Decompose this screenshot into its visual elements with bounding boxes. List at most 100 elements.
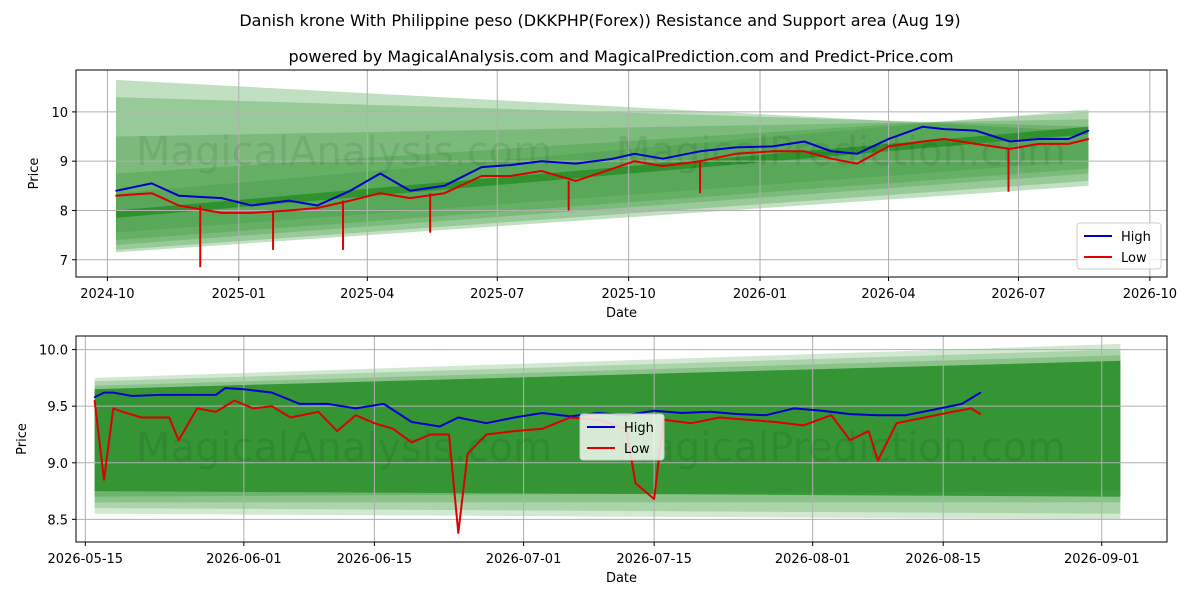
data-point-low [112, 407, 115, 410]
data-point-high [575, 162, 577, 165]
legend-label-low: Low [624, 442, 650, 457]
x-tick-label: 2025-01 [212, 287, 266, 302]
chart-figure: Danish krone With Philippine peso (DKKPH… [0, 0, 1200, 600]
data-point-low [877, 459, 879, 462]
data-point-high [541, 412, 544, 414]
data-point-high [354, 407, 357, 410]
data-point-low [895, 422, 898, 424]
data-point-low [943, 138, 946, 140]
data-point-low [316, 207, 319, 209]
data-point-high [974, 129, 977, 132]
data-point-high [509, 164, 511, 166]
data-point-low [746, 418, 749, 421]
data-point-low [634, 482, 637, 484]
watermark-text: MagicalAnalysis.com [136, 129, 552, 175]
y-axis-label: Price [27, 158, 42, 190]
legend-label-high: High [1121, 230, 1151, 245]
data-point-high [115, 189, 117, 192]
data-point-high [382, 403, 385, 405]
data-point-low [540, 170, 543, 172]
data-point-high [243, 388, 245, 390]
y-tick-label: 9.0 [47, 457, 68, 472]
x-tick-label: 2024-10 [80, 287, 134, 302]
x-tick-label: 2026-06-15 [337, 552, 413, 567]
data-point-low [159, 416, 161, 419]
data-point-high [933, 408, 935, 411]
data-point-low [1087, 138, 1090, 140]
x-tick-label: 2026-07 [991, 287, 1045, 302]
data-point-low [734, 152, 737, 155]
y-tick-label: 9.5 [47, 400, 68, 415]
data-point-low [354, 414, 357, 417]
data-point-high [409, 189, 411, 192]
data-point-high [877, 414, 879, 417]
data-point-high [112, 391, 115, 394]
y-tick-label: 9 [60, 155, 68, 170]
data-point-high [765, 414, 767, 417]
data-point-low [379, 192, 381, 195]
data-point-high [681, 412, 683, 414]
data-point-low [271, 405, 273, 407]
data-point-high [821, 409, 823, 412]
data-point-low [887, 145, 890, 148]
data-point-low [541, 428, 544, 430]
y-tick-label: 10.0 [39, 344, 68, 359]
x-tick-label: 2026-07-15 [616, 552, 692, 567]
data-point-low [867, 430, 870, 432]
data-point-low [220, 212, 223, 214]
data-point-low [287, 209, 290, 212]
data-point-high [150, 182, 153, 185]
x-tick-label: 2025-10 [601, 287, 655, 302]
data-point-high [922, 125, 924, 128]
data-point-high [271, 391, 273, 394]
data-point-high [298, 403, 301, 405]
data-point-high [485, 422, 488, 424]
data-point-low [1037, 143, 1040, 145]
data-point-high [699, 150, 701, 153]
data-point-high [1009, 140, 1011, 143]
y-tick-label: 8 [60, 204, 68, 219]
data-point-low [690, 422, 693, 424]
data-point-low [392, 428, 394, 430]
data-point-low [289, 416, 292, 419]
data-point-high [480, 166, 483, 168]
x-tick-label: 2026-04 [861, 287, 915, 302]
data-point-low [803, 150, 806, 153]
watermark-text: MagicalPrediction.com [616, 425, 1066, 471]
data-point-high [457, 416, 460, 419]
data-point-high [772, 145, 774, 148]
data-point-low [466, 452, 469, 455]
data-point-low [93, 399, 96, 402]
chart-title: Danish krone With Philippine peso (DKKPH… [239, 11, 960, 30]
x-tick-label: 2026-08-01 [775, 552, 851, 567]
data-point-low [569, 416, 572, 419]
data-point-high [943, 128, 946, 130]
x-axis-label: Date [606, 306, 637, 321]
data-point-low [772, 150, 774, 153]
data-point-low [443, 192, 446, 195]
data-point-low [103, 478, 105, 481]
data-point-low [409, 197, 411, 199]
legend-label-high: High [624, 421, 654, 436]
data-point-low [922, 140, 924, 143]
x-tick-label: 2025-04 [340, 287, 394, 302]
data-point-low [575, 180, 577, 182]
data-point-high [856, 152, 858, 155]
x-tick-label: 2026-07-01 [486, 552, 562, 567]
data-point-high [961, 403, 963, 405]
data-point-high [979, 391, 982, 394]
data-point-low [429, 433, 432, 436]
data-point-low [140, 416, 143, 419]
data-point-low [480, 175, 483, 177]
data-point-low [252, 407, 254, 410]
data-point-high [803, 140, 806, 143]
data-point-high [410, 421, 413, 423]
data-point-high [653, 409, 655, 412]
data-point-high [250, 204, 253, 207]
x-tick-label: 2025-07 [470, 287, 524, 302]
data-point-low [168, 416, 171, 419]
data-point-high [93, 396, 96, 398]
data-point-high [316, 204, 319, 207]
data-point-low [178, 204, 180, 207]
data-point-high [662, 157, 664, 160]
